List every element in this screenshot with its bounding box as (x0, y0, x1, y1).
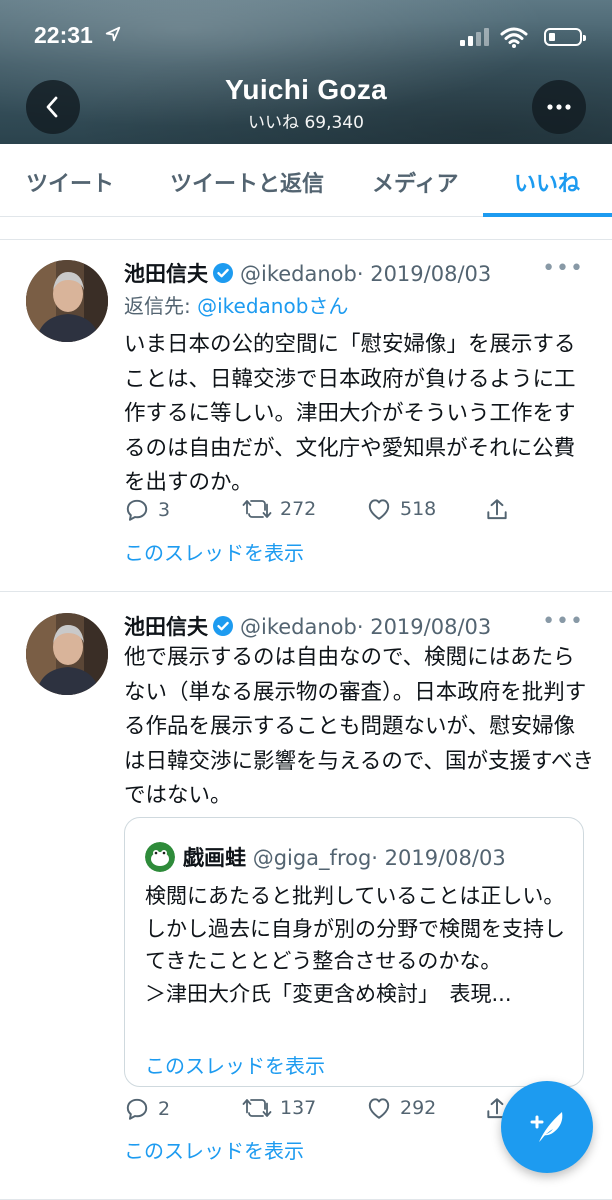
retweet-button[interactable]: 137 (242, 1096, 316, 1120)
verified-badge-icon (213, 616, 233, 636)
quoted-tweet-header: 戯画蛙 @giga_frog· 2019/08/03 (145, 842, 506, 872)
compose-tweet-button[interactable] (501, 1081, 593, 1173)
show-thread-link[interactable]: このスレッドを表示 (124, 1135, 304, 1164)
reply-count: 3 (158, 499, 171, 521)
retweet-icon (242, 500, 272, 518)
avatar-image (26, 260, 108, 342)
like-button[interactable]: 518 (366, 497, 436, 521)
quoted-tweet[interactable]: 戯画蛙 @giga_frog· 2019/08/03 検閲にあたると批判している… (124, 817, 584, 1087)
location-arrow-icon (105, 26, 121, 42)
reply-button[interactable]: 2 (124, 1096, 170, 1122)
tweet-text: いま日本の公的空間に「慰安婦像」を展示することは、日韓交渉で日本政府が負けるよう… (124, 332, 576, 495)
author-name[interactable]: 池田信夫 (124, 262, 208, 286)
compose-feather-icon (530, 1112, 563, 1142)
quoted-date: · 2019/08/03 (371, 846, 506, 870)
quoted-tweet-text: 検閲にあたると批判していることは正しい。しかし過去に自身が別の分野で検閲を支持し… (145, 884, 565, 1006)
divider (0, 217, 612, 240)
author-handle[interactable]: @ikedanob (240, 262, 357, 286)
quoted-author-name: 戯画蛙 (183, 846, 246, 870)
avatar[interactable] (26, 613, 108, 695)
status-time: 22:31 (34, 22, 93, 48)
share-button[interactable] (484, 497, 510, 523)
more-horizontal-icon (547, 104, 571, 110)
wifi-icon (500, 27, 528, 48)
tweet-date: · 2019/08/03 (356, 262, 492, 286)
tweet-header: 池田信夫 @ikedanob· 2019/08/03 (124, 258, 491, 288)
quoted-show-thread-link[interactable]: このスレッドを表示 (145, 1050, 325, 1079)
tweet-more-icon[interactable]: ••• (542, 256, 584, 281)
reply-button[interactable]: 3 (124, 497, 170, 523)
tweet-date: · 2019/08/03 (356, 615, 492, 639)
cellular-signal-icon (460, 28, 489, 46)
battery-icon (544, 28, 586, 46)
retweet-icon (242, 1099, 272, 1117)
tab-likes[interactable]: いいね (514, 166, 580, 198)
quoted-author-handle: @giga_frog (252, 846, 372, 870)
tab-media[interactable]: メディア (372, 166, 458, 198)
more-button[interactable] (532, 80, 586, 134)
quoted-avatar (145, 842, 175, 872)
tweet[interactable]: 池田信夫 @ikedanob· 2019/08/03 ••• 返信先: @iked… (0, 240, 612, 592)
tweet-text: 他で展示するのは自由なので、検閲にはあたらない（単なる展示物の審査）。日本政府を… (124, 645, 594, 808)
verified-badge-icon (213, 263, 233, 283)
profile-tabs: ツイート ツイートと返信 メディア いいね (0, 144, 612, 217)
like-button[interactable]: 292 (366, 1096, 436, 1120)
profile-name: Yuichi Goza (224, 74, 387, 105)
like-count: 518 (400, 498, 437, 520)
reply-icon (126, 499, 148, 521)
tab-tweets[interactable]: ツイート (26, 166, 114, 198)
reply-count: 2 (158, 1098, 171, 1120)
avatar-image (26, 613, 108, 695)
author-handle[interactable]: @ikedanob (240, 615, 357, 639)
retweet-button[interactable]: 272 (242, 497, 316, 521)
tweet-actions: 3 272 518 (124, 497, 594, 527)
profile-header: 22:31 Yuichi Goza いいね 69,340 (0, 0, 612, 144)
retweet-count: 137 (280, 1097, 317, 1119)
show-thread-link[interactable]: このスレッドを表示 (124, 537, 304, 566)
reply-icon (126, 1098, 148, 1120)
tweet-header: 池田信夫 @ikedanob· 2019/08/03 (124, 611, 491, 641)
status-bar: 22:31 (34, 22, 586, 52)
heart-icon (368, 499, 390, 520)
profile-title: Yuichi Goza いいね 69,340 (0, 74, 612, 133)
reply-to: 返信先: @ikedanobさん (124, 290, 348, 319)
reply-to-link[interactable]: @ikedanobさん (197, 294, 348, 318)
tab-tweets-and-replies[interactable]: ツイートと返信 (170, 166, 324, 198)
divider (0, 591, 612, 592)
share-icon (487, 499, 507, 520)
like-count: 292 (400, 1097, 437, 1119)
tweet-more-icon[interactable]: ••• (542, 609, 584, 634)
retweet-count: 272 (280, 498, 317, 520)
avatar[interactable] (26, 260, 108, 342)
heart-icon (368, 1098, 390, 1119)
author-name[interactable]: 池田信夫 (124, 615, 208, 639)
reply-prefix: 返信先: (124, 294, 198, 318)
likes-count: いいね 69,340 (248, 113, 364, 133)
